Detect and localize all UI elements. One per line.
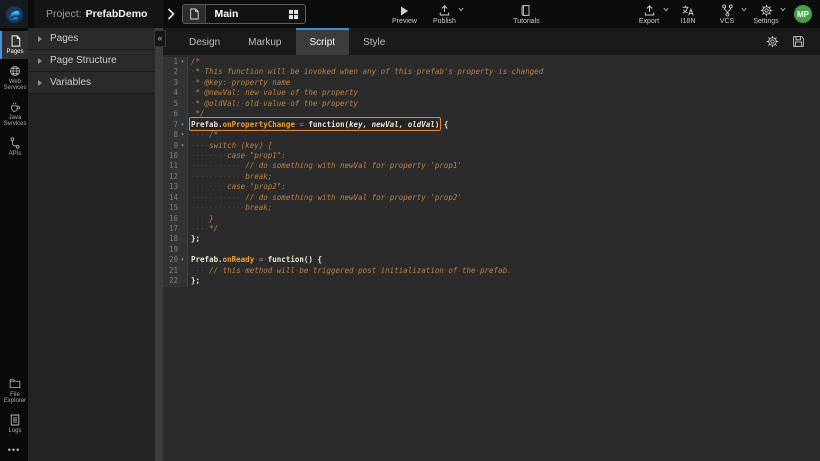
code-line: 7▾Prefab.onPropertyChange·=·function(key…	[163, 120, 820, 130]
publish-button[interactable]: Publish	[428, 0, 460, 28]
user-avatar[interactable]: MP	[794, 5, 812, 23]
translate-icon	[681, 4, 695, 17]
code-line: 3·*·@key:·property·name	[163, 78, 820, 88]
code-line: 18};	[163, 234, 820, 244]
code-line: 21····//·this·method·will·be·triggered·p…	[163, 266, 820, 276]
book-icon	[520, 4, 532, 17]
tab-design[interactable]: Design	[175, 28, 234, 55]
export-icon	[643, 4, 656, 17]
chevron-down-icon	[741, 7, 747, 12]
fold-marker-icon[interactable]: ▾	[178, 57, 187, 67]
tutorials-button[interactable]: Tutorials	[510, 0, 542, 28]
sidebar-empty-area	[28, 94, 155, 461]
code-line: 15············break;	[163, 203, 820, 213]
page-selector-value: Main	[206, 8, 288, 20]
save-icon[interactable]	[792, 35, 805, 48]
page-icon	[183, 5, 206, 23]
sidebar-section-label: Variables	[50, 77, 91, 88]
fold-marker-icon[interactable]: ▾	[178, 255, 187, 265]
caret-right-icon	[38, 36, 42, 42]
code-line: 14············//·do·something·with·newVa…	[163, 193, 820, 203]
code-line: 16····}	[163, 214, 820, 224]
chevron-down-icon	[780, 7, 786, 12]
fold-marker-icon[interactable]: ▾	[178, 130, 187, 140]
rail-item-web-services[interactable]: Web Services	[0, 61, 28, 95]
rail-item-pages[interactable]: Pages	[0, 31, 28, 59]
wavemaker-logo-icon[interactable]	[0, 0, 28, 28]
app-window: Project: PrefabDemo Main Preview	[0, 0, 820, 461]
code-line: 19	[163, 245, 820, 255]
more-options-icon[interactable]: •••	[0, 439, 28, 457]
code-line: 22};	[163, 276, 820, 286]
vcs-button[interactable]: VCS	[711, 0, 743, 28]
sidebar-section-pages[interactable]: Pages «	[28, 28, 155, 50]
fold-marker-icon[interactable]: ▾	[178, 120, 187, 130]
rail-item-logs[interactable]: Logs	[0, 410, 28, 438]
chevron-down-icon	[458, 7, 464, 12]
code-editor[interactable]: 1▾/*2·*·This·function·will·be·invoked·wh…	[163, 55, 820, 461]
code-line: 10········case·"prop1":	[163, 151, 820, 161]
code-line: 1▾/*	[163, 57, 820, 67]
highlighted-code: Prefab.onPropertyChange·=·function(key,·…	[191, 120, 439, 129]
page-selector[interactable]: Main	[182, 4, 306, 24]
pages-icon	[10, 35, 21, 47]
code-line: 17····*/	[163, 224, 820, 234]
rail-item-file-explorer[interactable]: File Explorer	[0, 374, 28, 408]
play-icon	[398, 4, 410, 17]
code-line: 11············//·do·something·with·newVa…	[163, 161, 820, 171]
sidebar-section-label: Page Structure	[50, 55, 117, 66]
logs-icon	[10, 414, 20, 426]
editor-tabbar: Design Markup Script Style	[163, 28, 820, 55]
sidebar-section-label: Pages	[50, 33, 78, 44]
caret-right-icon	[38, 58, 42, 64]
code-line: 2·*·This·function·will·be·invoked·when·a…	[163, 67, 820, 77]
tab-markup[interactable]: Markup	[234, 28, 295, 55]
chevron-right-icon	[167, 8, 175, 20]
code-line: 4·*·@newVal:·new·value·of·the·property	[163, 88, 820, 98]
caret-right-icon	[38, 80, 42, 86]
gear-icon	[760, 4, 773, 17]
grid-icon[interactable]	[288, 9, 305, 20]
fold-marker-icon[interactable]: ▾	[178, 141, 187, 151]
sidebar-section-variables[interactable]: Variables	[28, 72, 155, 94]
project-name: PrefabDemo	[86, 8, 148, 20]
api-connector-icon	[9, 137, 21, 149]
editor-settings-gear-icon[interactable]	[766, 35, 779, 48]
upload-icon	[438, 4, 451, 17]
sidebar: Pages « Page Structure Variables	[28, 28, 155, 461]
collapse-panel-button[interactable]: «	[154, 30, 166, 47]
code-line: 12············break;	[163, 172, 820, 182]
code-line: 9▾····switch·(key)·{	[163, 141, 820, 151]
rail-item-java-services[interactable]: Java Services	[0, 97, 28, 131]
rail-item-apis[interactable]: APIs	[0, 133, 28, 161]
tab-style[interactable]: Style	[349, 28, 399, 55]
topbar: Project: PrefabDemo Main Preview	[0, 0, 820, 28]
folder-icon	[9, 378, 21, 390]
code-line: 13········case·"prop2":	[163, 182, 820, 192]
code-line: 20▾Prefab.onReady·=·function()·{	[163, 255, 820, 265]
code-line: 6·*/	[163, 109, 820, 119]
project-label: Project:	[46, 8, 82, 20]
coffee-cup-icon	[9, 101, 21, 113]
tab-script[interactable]: Script	[296, 28, 350, 55]
i18n-button[interactable]: I18N	[672, 0, 704, 28]
code-line: 8▾····/*	[163, 130, 820, 140]
preview-button[interactable]: Preview	[388, 0, 420, 28]
left-rail: Pages Web Services Java Services APIs	[0, 28, 28, 461]
sidebar-section-page-structure[interactable]: Page Structure	[28, 50, 155, 72]
chevron-down-icon	[663, 7, 669, 12]
code-line: 5·*·@oldVal:·old·value·of·the·property	[163, 99, 820, 109]
settings-button[interactable]: Settings	[750, 0, 782, 28]
branch-icon	[721, 4, 734, 17]
project-breadcrumb: Project: PrefabDemo	[34, 0, 163, 28]
globe-icon	[9, 65, 21, 77]
panel-splitter[interactable]	[155, 28, 163, 461]
code-lines: 1▾/*2·*·This·function·will·be·invoked·wh…	[163, 57, 820, 287]
export-button[interactable]: Export	[633, 0, 665, 28]
editor-pane: Design Markup Script Style 1▾/*2·*·This·…	[163, 28, 820, 461]
